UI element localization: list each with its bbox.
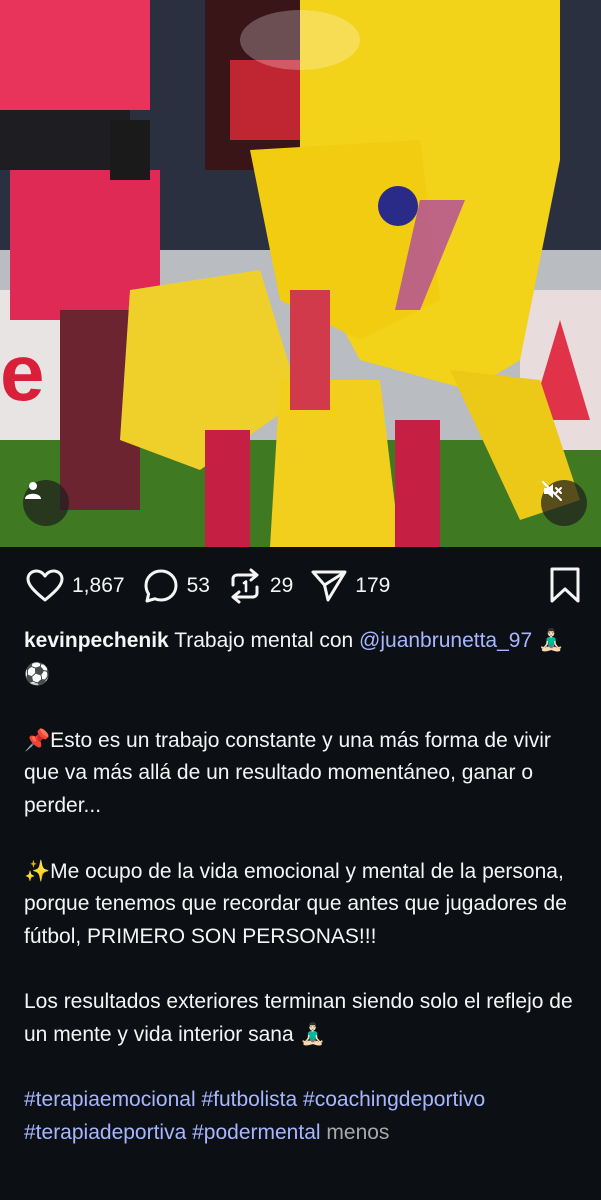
mention-link[interactable]: @juanbrunetta_97 [359, 629, 532, 652]
post-action-bar: 1,867 53 29 179 [0, 560, 601, 612]
repost-button[interactable]: 29 [228, 568, 293, 604]
comment-bubble-icon [144, 569, 178, 603]
user-tags-button[interactable] [23, 480, 69, 526]
post-media[interactable]: e [0, 0, 601, 547]
paragraph-3-text: Los resultados exteriores terminan siend… [24, 989, 573, 1047]
comment-button[interactable]: 53 [143, 568, 210, 604]
pushpin-emoji: 📌 [24, 727, 51, 752]
hashtag-link[interactable]: #terapiaemocional [24, 1088, 196, 1111]
hashtags: #terapiaemocional #futbolista #coachingd… [24, 1084, 584, 1149]
hashtag-link[interactable]: #futbolista [201, 1088, 297, 1111]
author-username[interactable]: kevinpechenik [24, 629, 169, 652]
heart-icon [26, 569, 64, 602]
comment-count: 53 [186, 574, 210, 597]
muted-speaker-icon [542, 481, 562, 501]
caption-paragraph-3: Los resultados exteriores terminan siend… [24, 986, 584, 1052]
mute-audio-button[interactable] [541, 480, 587, 526]
hashtag-link[interactable]: #terapiadeportiva [24, 1121, 186, 1144]
like-button[interactable]: 1,867 [26, 569, 125, 603]
caption-paragraph-2: ✨Me ocupo de la vida emocional y mental … [24, 855, 584, 954]
paper-plane-icon [311, 570, 347, 602]
paragraph-1-text: Esto es un trabajo constante y una más f… [24, 728, 551, 817]
post-caption: kevinpechenik Trabajo mental con @juanbr… [24, 624, 584, 1149]
caption-intro: kevinpechenik Trabajo mental con @juanbr… [24, 624, 584, 691]
sparkles-emoji: ✨ [24, 858, 51, 883]
share-count: 179 [355, 574, 391, 597]
bookmark-icon [550, 567, 580, 603]
person-icon [25, 482, 41, 499]
repost-icon [231, 568, 259, 604]
caption-intro-text: Trabajo mental con [174, 629, 354, 652]
share-button[interactable]: 179 [311, 569, 390, 603]
hashtag-link[interactable]: #coachingdeportivo [303, 1088, 485, 1111]
paragraph-2-text: Me ocupo de la vida emocional y mental d… [24, 859, 567, 948]
hashtag-link[interactable]: #podermental [192, 1121, 320, 1144]
repost-count: 29 [269, 574, 294, 597]
soccer-photo: e [0, 0, 601, 547]
like-count: 1,867 [72, 574, 125, 597]
caption-paragraph-1: 📌Esto es un trabajo constante y una más … [24, 724, 584, 823]
meditation-emoji: 🧘🏻‍♂️ [299, 1022, 326, 1046]
save-button[interactable] [549, 567, 581, 608]
svg-text:e: e [0, 328, 45, 417]
less-button[interactable]: menos [326, 1121, 389, 1144]
